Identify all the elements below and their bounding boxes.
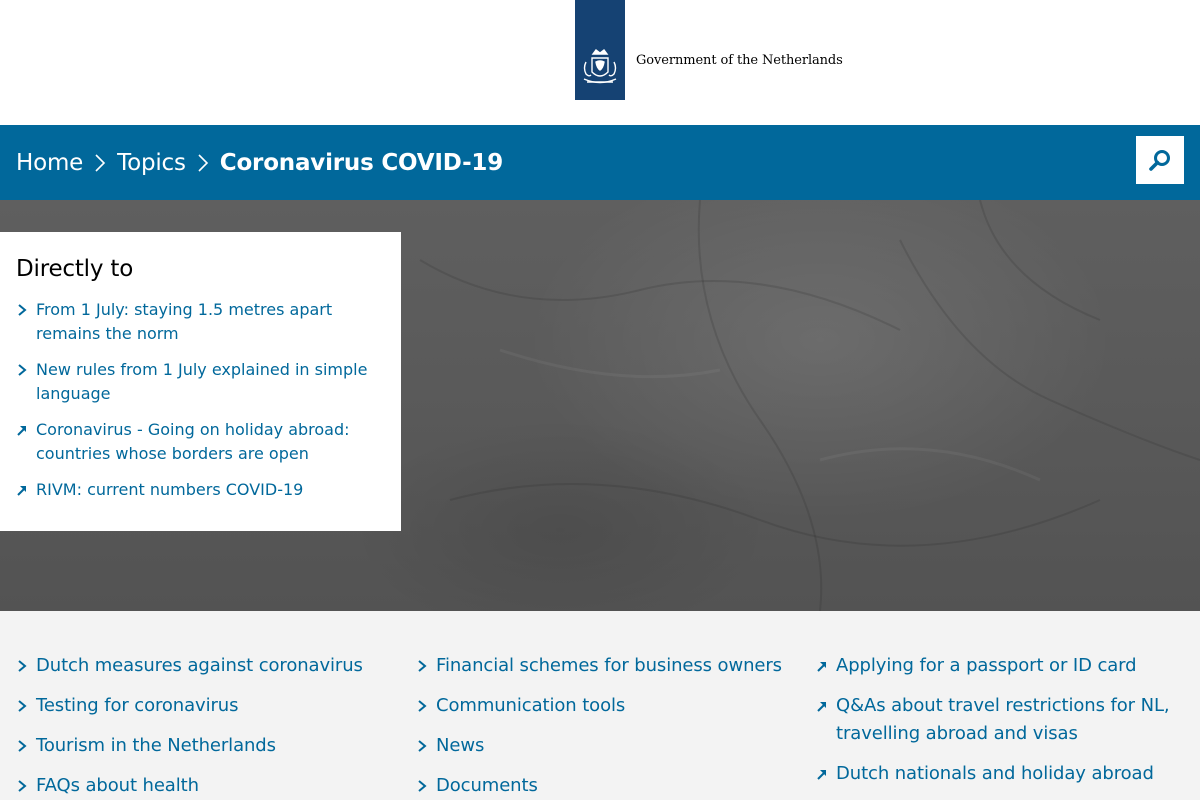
list-item: RIVM: current numbers COVID-19	[16, 478, 385, 502]
list-item: Coronavirus - Going on holiday abroad: c…	[16, 418, 385, 466]
directly-to-panel: Directly to From 1 July: staying 1.5 met…	[0, 232, 401, 531]
external-link-icon	[817, 702, 826, 712]
list-item: Communication tools	[416, 692, 806, 720]
external-link-icon	[817, 770, 826, 780]
directly-to-heading: Directly to	[16, 256, 134, 282]
external-link-icon	[17, 486, 26, 496]
link-documents[interactable]: Documents	[436, 772, 806, 800]
directly-to-link-3[interactable]: Coronavirus - Going on holiday abroad: c…	[36, 418, 385, 466]
list-item: Dutch nationals and holiday abroad	[816, 760, 1186, 788]
list-item: Dutch measures against coronavirus	[16, 652, 406, 680]
breadcrumb-topics[interactable]: Topics	[117, 150, 186, 176]
list-item: Documents	[416, 772, 806, 800]
chevron-right-icon	[18, 700, 27, 712]
chevron-right-icon	[187, 151, 219, 175]
logo-ribbon	[575, 0, 625, 100]
breadcrumb-current: Coronavirus COVID-19	[219, 149, 504, 176]
chevron-right-icon	[418, 780, 427, 792]
link-travel-restrictions[interactable]: Q&As about travel restrictions for NL, t…	[836, 692, 1186, 748]
link-news[interactable]: News	[436, 732, 806, 760]
directly-to-link-2[interactable]: New rules from 1 July explained in simpl…	[36, 358, 385, 406]
external-link-icon	[17, 426, 26, 436]
topic-links-column-3: Applying for a passport or ID card Q&As …	[816, 652, 1186, 800]
topic-links-section: Dutch measures against coronavirus Testi…	[0, 611, 1200, 800]
list-item: Tourism in the Netherlands	[16, 732, 406, 760]
list-item: New rules from 1 July explained in simpl…	[16, 358, 385, 406]
external-link-icon	[817, 662, 826, 672]
chevron-right-icon	[418, 700, 427, 712]
coat-of-arms-icon	[583, 49, 617, 84]
list-item: News	[416, 732, 806, 760]
search-icon	[1149, 150, 1170, 171]
chevron-right-icon	[18, 780, 27, 792]
list-item: Q&As about travel restrictions for NL, t…	[816, 692, 1186, 748]
link-dutch-measures[interactable]: Dutch measures against coronavirus	[36, 652, 406, 680]
list-item: FAQs about health	[16, 772, 406, 800]
logo-text: Government of the Netherlands	[636, 52, 843, 68]
list-item: Financial schemes for business owners	[416, 652, 806, 680]
link-faqs-health[interactable]: FAQs about health	[36, 772, 406, 800]
breadcrumb: Home Topics Coronavirus COVID-19	[16, 125, 503, 200]
chevron-right-icon	[418, 660, 427, 672]
link-testing[interactable]: Testing for coronavirus	[36, 692, 406, 720]
directly-to-link-1[interactable]: From 1 July: staying 1.5 metres apart re…	[36, 298, 385, 346]
government-logo[interactable]: Government of the Netherlands	[575, 0, 843, 100]
link-dutch-nationals-holiday[interactable]: Dutch nationals and holiday abroad	[836, 760, 1186, 788]
chevron-right-icon	[18, 364, 27, 376]
directly-to-list: From 1 July: staying 1.5 metres apart re…	[16, 298, 385, 502]
list-item: Testing for coronavirus	[16, 692, 406, 720]
link-passport-id[interactable]: Applying for a passport or ID card	[836, 652, 1186, 680]
breadcrumb-bar: Home Topics Coronavirus COVID-19	[0, 125, 1200, 200]
chevron-right-icon	[84, 151, 116, 175]
link-financial-schemes[interactable]: Financial schemes for business owners	[436, 652, 806, 680]
topic-links-column-1: Dutch measures against coronavirus Testi…	[16, 652, 406, 800]
directly-to-link-4[interactable]: RIVM: current numbers COVID-19	[36, 478, 385, 502]
breadcrumb-home[interactable]: Home	[16, 150, 83, 176]
chevron-right-icon	[18, 304, 27, 316]
chevron-right-icon	[18, 740, 27, 752]
list-item: From 1 July: staying 1.5 metres apart re…	[16, 298, 385, 346]
list-item: Applying for a passport or ID card	[816, 652, 1186, 680]
chevron-right-icon	[18, 660, 27, 672]
link-tourism[interactable]: Tourism in the Netherlands	[36, 732, 406, 760]
link-communication-tools[interactable]: Communication tools	[436, 692, 806, 720]
site-header: Government of the Netherlands	[0, 0, 1200, 125]
topic-links-column-2: Financial schemes for business owners Co…	[416, 652, 806, 800]
chevron-right-icon	[418, 740, 427, 752]
search-button[interactable]	[1136, 136, 1184, 184]
